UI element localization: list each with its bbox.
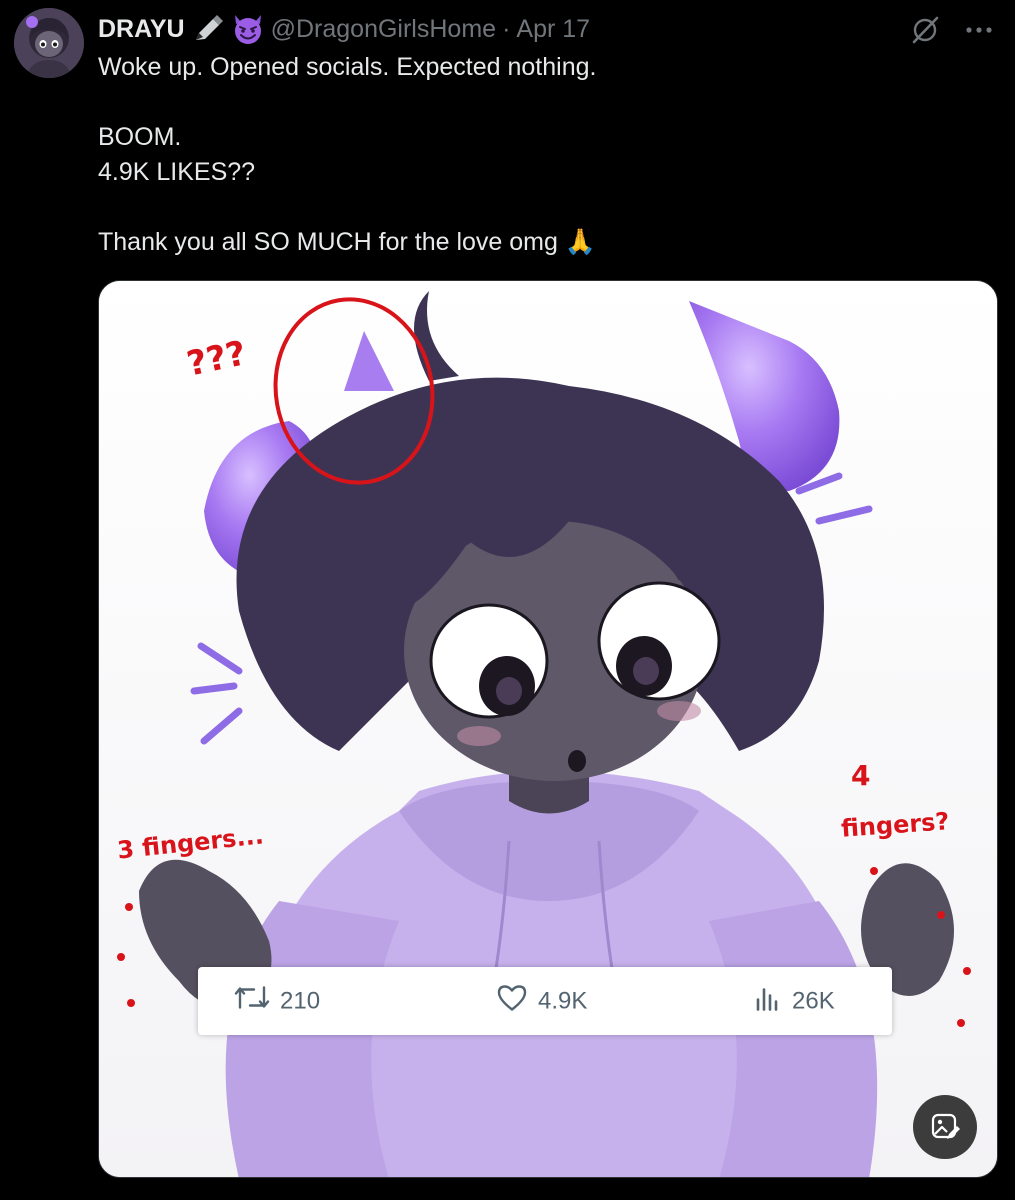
- avatar[interactable]: [14, 8, 84, 78]
- like-count: 4.9K: [538, 987, 588, 1014]
- heart-icon: [496, 984, 528, 1019]
- post-text-line-content: Thank you all SO MUCH for the love omg: [98, 228, 558, 256]
- post-text-line: [98, 85, 978, 120]
- annotation-four-number: 4: [851, 759, 871, 792]
- character-illustration: [99, 281, 997, 1177]
- post-text-line: 4.9K LIKES??: [98, 158, 256, 186]
- stats-card: 210 4.9K 26K: [198, 967, 892, 1035]
- post-header: DRAYU @DragonGirlsHome · Apr 17: [98, 12, 590, 46]
- praying-hands-emoji: 🙏: [564, 228, 596, 256]
- post-text-line: BOOM.: [98, 123, 182, 151]
- display-name[interactable]: DRAYU: [98, 15, 185, 44]
- handle[interactable]: @DragonGirlsHome: [271, 15, 496, 44]
- more-icon[interactable]: [961, 12, 997, 48]
- views-icon: [754, 984, 782, 1019]
- post-text: Woke up. Opened socials. Expected nothin…: [98, 50, 978, 260]
- grok-icon[interactable]: [907, 12, 943, 48]
- post-text-line: Woke up. Opened socials. Expected nothin…: [98, 53, 597, 81]
- post-top-actions: [907, 12, 997, 48]
- views-stat: 26K: [754, 984, 835, 1019]
- separator: ·: [502, 14, 511, 43]
- image-edit-icon[interactable]: [913, 1095, 977, 1159]
- smiling-devil-icon: [231, 13, 265, 45]
- post-text-line: [98, 190, 978, 225]
- like-stat: 4.9K: [496, 984, 587, 1019]
- post-text-line-last: Thank you all SO MUCH for the love omg 🙏: [98, 225, 978, 260]
- post-date[interactable]: Apr 17: [516, 15, 590, 44]
- post-image[interactable]: ??? 3 fingers... 4 fingers? 210 4.9K 26K: [98, 280, 998, 1178]
- views-count: 26K: [792, 987, 835, 1014]
- retweet-stat: 210: [234, 984, 320, 1019]
- retweet-icon: [234, 984, 270, 1019]
- pen-icon: [193, 15, 223, 43]
- retweet-count: 210: [280, 987, 321, 1014]
